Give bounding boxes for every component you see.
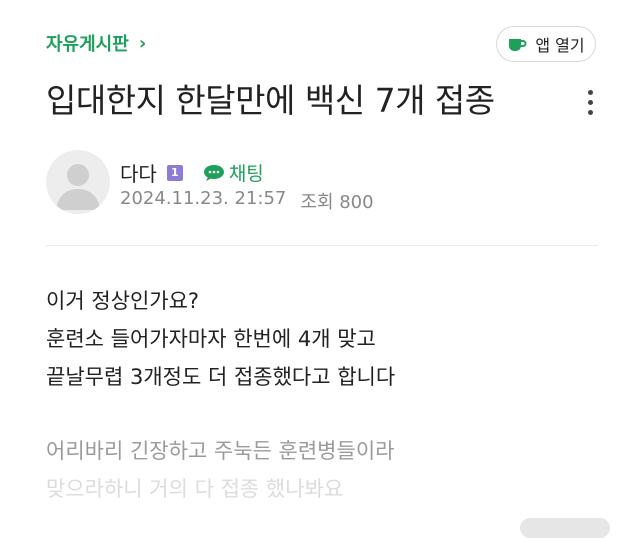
chevron-right-icon: › [138,32,147,54]
floating-badge [520,518,610,538]
body-line: 끝날무렵 3개정도 더 접종했다고 합니다 [46,365,396,389]
board-link[interactable]: 자유게시판 › [46,28,146,58]
author-name[interactable]: 다다 [120,158,157,187]
chat-bubble-icon [203,164,224,181]
divider [46,245,598,246]
view-count: 조회 800 [300,192,374,213]
post-date: 2024.11.23. 21:57 [120,188,287,209]
post-meta: 2024.11.23. 21:57 조회 800 [120,188,374,214]
author-row: 다다 1 채팅 [120,158,264,187]
post-body: 이거 정상인가요? 훈련소 들어가자마자 한번에 4개 맞고 끝날무렵 3개정도… [46,282,606,508]
cafe-cup-icon [509,39,527,51]
post-title: 입대한지 한달만에 백신 7개 접종 [46,81,495,120]
open-app-label: 앱 열기 [535,36,585,55]
board-name: 자유게시판 [46,34,129,55]
body-line-faded: 맞으라하니 거의 다 접종 했나봐요 [46,477,344,501]
body-line: 이거 정상인가요? [46,289,200,313]
open-app-button[interactable]: 앱 열기 [496,26,596,62]
body-line: 훈련소 들어가자마자 한번에 4개 맞고 [46,327,376,351]
more-vertical-icon[interactable] [578,82,602,122]
body-line-faded: 어리바리 긴장하고 주눅든 훈련병들이라 [46,439,395,463]
chat-button[interactable]: 채팅 [203,159,264,186]
default-avatar-icon[interactable] [46,150,110,214]
member-grade-badge: 1 [166,164,183,181]
chat-label: 채팅 [228,163,264,185]
